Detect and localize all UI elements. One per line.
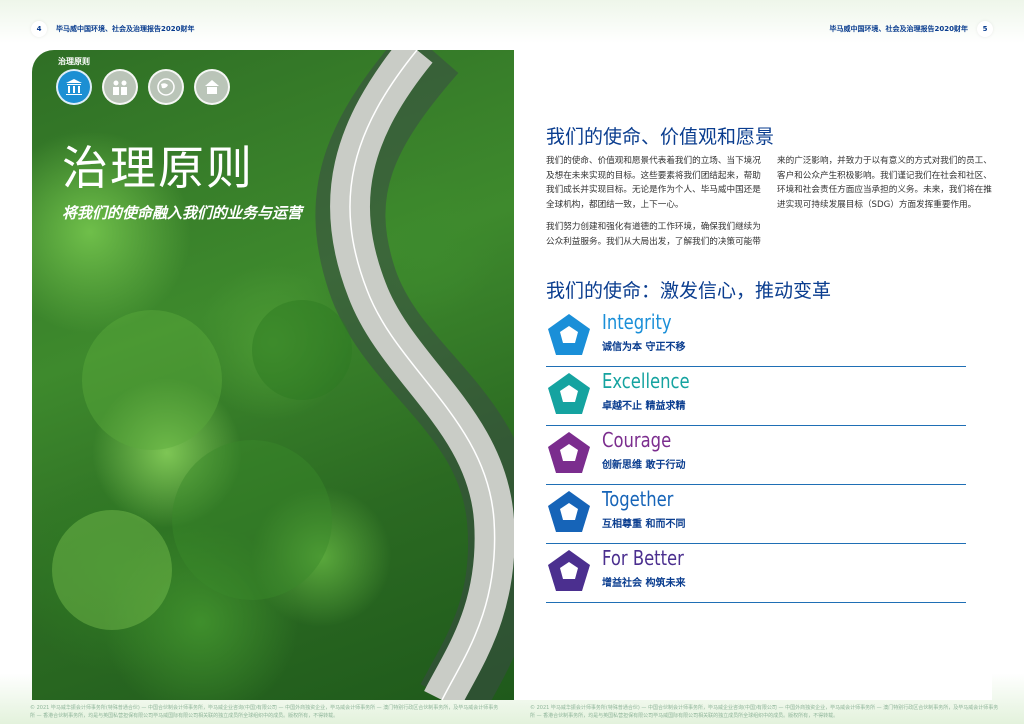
value-item: Integrity 诚信为本 守正不移	[546, 308, 966, 367]
people-icon[interactable]	[102, 69, 138, 105]
governance-pillars-icon[interactable]	[56, 69, 92, 105]
pentagon-icon	[548, 314, 590, 355]
value-name-en: Excellence	[602, 369, 690, 393]
vision-paragraph-3: 来的广泛影响，并致力于以有意义的方式对我们的员工、客户和公众产生积极影响。我们谨…	[777, 156, 992, 210]
vision-text-col1: 我们的使命、价值观和愿景代表着我们的立场、当下境况及想在未来实现的目标。这些要素…	[546, 154, 768, 249]
value-name-en: Together	[602, 487, 674, 511]
value-name-en: Courage	[602, 428, 672, 452]
value-name-cn: 互相尊重 和而不同	[602, 519, 686, 530]
section-icon-row	[56, 69, 230, 105]
pentagon-icon	[548, 432, 590, 473]
value-item: For Better 增益社会 构筑未来	[546, 544, 966, 603]
value-name-en: Integrity	[602, 310, 672, 334]
globe-icon[interactable]	[148, 69, 184, 105]
value-item: Courage 创新思维 敢于行动	[546, 426, 966, 485]
section-tag: 治理原则	[58, 57, 90, 66]
vision-heading: 我们的使命、价值观和愿景	[546, 126, 775, 148]
page-title: 治理原则	[62, 141, 254, 195]
value-item: Together 互相尊重 和而不同	[546, 485, 966, 544]
value-name-en: For Better	[602, 546, 684, 570]
vision-text-col2: 来的广泛影响，并致力于以有意义的方式对我们的员工、客户和公众产生积极影响。我们谨…	[777, 154, 999, 212]
value-name-cn: 卓越不止 精益求精	[602, 401, 686, 412]
footer-legal-left: © 2021 毕马威华振会计师事务所(特殊普通合伙) — 中国合伙制会计师事务所…	[30, 705, 499, 719]
right-panel: 我们的使命、价值观和愿景 我们的使命、价值观和愿景代表着我们的立场、当下境况及想…	[514, 50, 992, 700]
header-title-right: 毕马威中国环境、社会及治理报告2020财年	[829, 25, 968, 33]
pentagon-icon	[548, 550, 590, 591]
page-number-right: 5	[977, 21, 993, 37]
vision-paragraph-1: 我们的使命、价值观和愿景代表着我们的立场、当下境况及想在未来实现的目标。这些要素…	[546, 156, 761, 210]
header-bar: 4 毕马威中国环境、社会及治理报告2020财年 毕马威中国环境、社会及治理报告2…	[0, 14, 1024, 38]
forest-hero: 治理原则 治理原则 将我们的使命融入我们的业务与运营	[32, 50, 514, 700]
value-name-cn: 增益社会 构筑未来	[602, 578, 686, 589]
pentagon-icon	[548, 491, 590, 532]
page-subtitle: 将我们的使命融入我们的业务与运营	[62, 204, 303, 222]
community-icon[interactable]	[194, 69, 230, 105]
value-name-cn: 创新思维 敢于行动	[602, 460, 686, 471]
mission-heading: 我们的使命：激发信心，推动变革	[546, 280, 832, 302]
footer-legal-right: © 2021 毕马威华振会计师事务所(特殊普通合伙) — 中国合伙制会计师事务所…	[530, 705, 999, 719]
header-title-left: 毕马威中国环境、社会及治理报告2020财年	[56, 25, 195, 33]
pentagon-icon	[548, 373, 590, 414]
vision-paragraph-2: 我们努力创建和强化有道德的工作环境，确保我们继续为公众利益服务。我们从大局出发，…	[546, 222, 761, 247]
value-item: Excellence 卓越不止 精益求精	[546, 367, 966, 426]
footer: © 2021 毕马威华振会计师事务所(特殊普通合伙) — 中国合伙制会计师事务所…	[0, 700, 1024, 724]
value-name-cn: 诚信为本 守正不移	[602, 342, 686, 353]
page-number-left: 4	[31, 21, 47, 37]
